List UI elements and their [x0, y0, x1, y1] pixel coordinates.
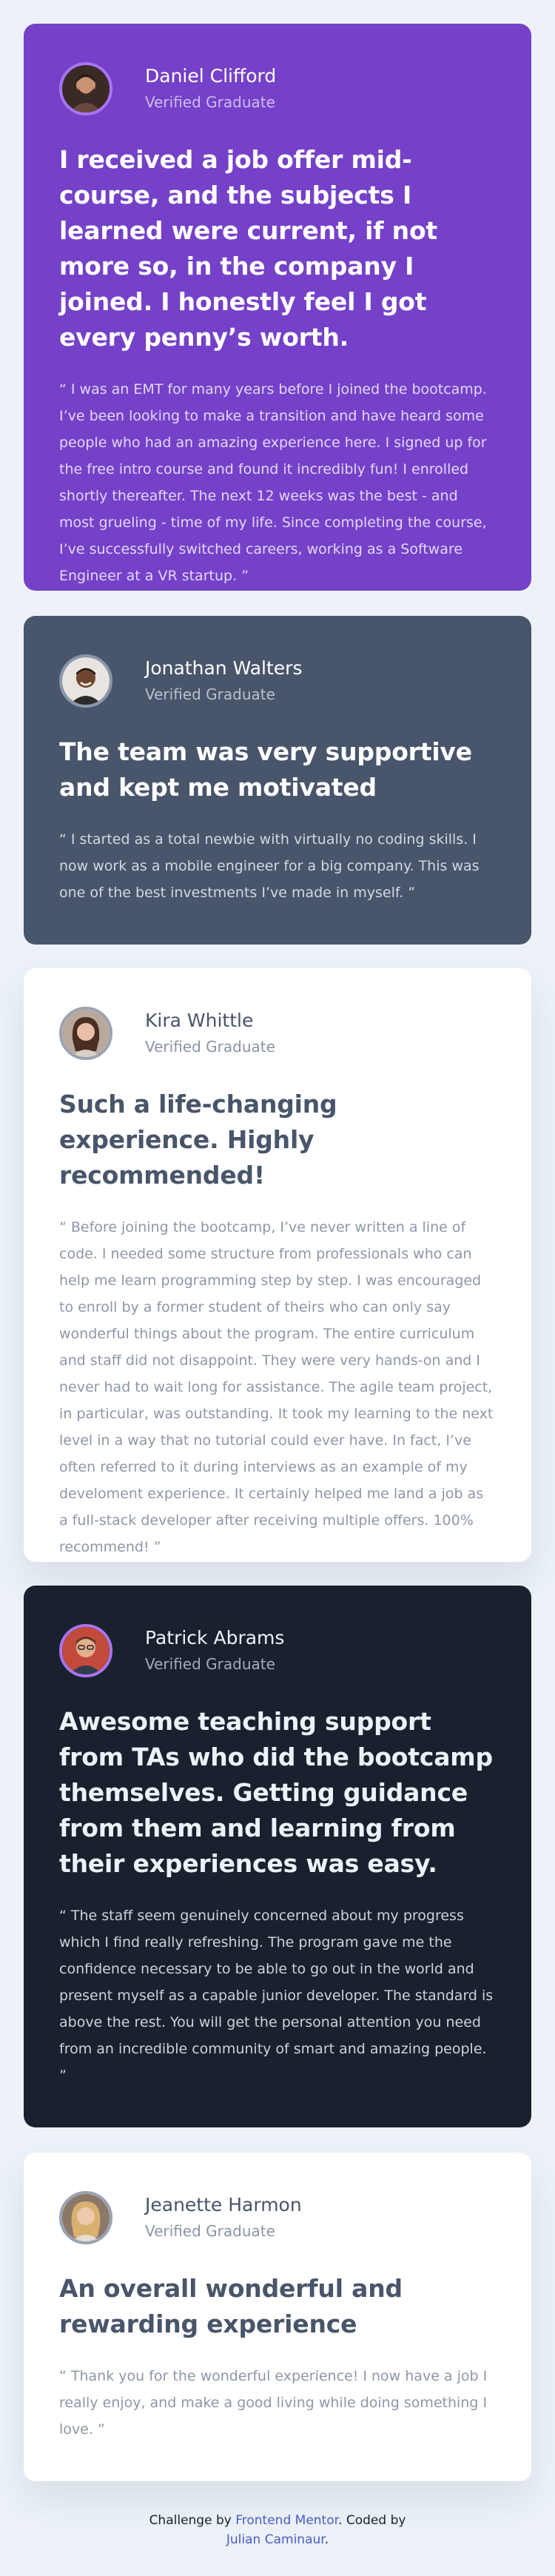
avatar-image — [62, 2194, 110, 2241]
testimonial-header: Jonathan Walters Verified Graduate — [59, 651, 496, 711]
blonde-woman-avatar — [59, 2191, 112, 2244]
testimonial-header: Kira Whittle Verified Graduate — [59, 1004, 496, 1063]
author-info: Patrick Abrams Verified Graduate — [145, 1626, 284, 1675]
avatar-image — [62, 657, 110, 705]
author-role: Verified Graduate — [145, 93, 275, 111]
woman-avatar — [59, 1007, 112, 1060]
testimonial-quote: “ I started as a total newbie with virtu… — [59, 831, 480, 901]
testimonial-headline: The team was very supportive and kept me… — [59, 737, 472, 802]
testimonial-card-jonathan: Jonathan Walters Verified Graduate The t… — [24, 616, 531, 945]
testimonial-card-daniel: Daniel Clifford Verified Graduate I rece… — [24, 24, 531, 591]
author-name: Jonathan Walters — [145, 657, 303, 679]
man-with-beard-avatar — [59, 62, 112, 115]
attribution-suffix: . — [324, 2532, 329, 2547]
testimonial-quote: “ I was an EMT for many years before I j… — [59, 381, 487, 584]
author-info: Jeanette Harmon Verified Graduate — [145, 2193, 302, 2242]
author-role: Verified Graduate — [145, 685, 275, 703]
author-name: Daniel Clifford — [145, 65, 277, 87]
avatar-image — [62, 1010, 110, 1057]
testimonial-header: Daniel Clifford Verified Graduate — [59, 59, 496, 118]
smiling-man-avatar — [59, 654, 112, 708]
testimonial-headline: Such a life-changing experience. Highly … — [59, 1090, 337, 1190]
author-role: Verified Graduate — [145, 1655, 275, 1673]
testimonial-card-jeanette: Jeanette Harmon Verified Graduate An ove… — [24, 2153, 531, 2481]
testimonial-card-kira: Kira Whittle Verified Graduate Such a li… — [24, 968, 531, 1562]
author-role: Verified Graduate — [145, 2222, 275, 2240]
attribution: Challenge by Frontend Mentor. Coded by J… — [0, 2511, 555, 2549]
testimonial-quote: “ The staff seem genuinely concerned abo… — [59, 1908, 494, 2084]
avatar-image — [62, 1627, 110, 1674]
author-name: Patrick Abrams — [145, 1627, 285, 1648]
testimonial-headline: I received a job offer mid-course, and t… — [59, 145, 438, 352]
author-name: Kira Whittle — [145, 1010, 254, 1031]
author-role: Verified Graduate — [145, 1038, 275, 1056]
testimonial-quote: “ Before joining the bootcamp, I’ve neve… — [59, 1219, 494, 1555]
testimonial-header: Patrick Abrams Verified Graduate — [59, 1621, 496, 1680]
author-info: Jonathan Walters Verified Graduate — [145, 657, 302, 705]
author-name: Jeanette Harmon — [145, 2194, 302, 2216]
testimonial-header: Jeanette Harmon Verified Graduate — [59, 2188, 496, 2247]
testimonial-headline: An overall wonderful and rewarding exper… — [59, 2274, 403, 2338]
testimonial-card-patrick: Patrick Abrams Verified Graduate Awesome… — [24, 1586, 531, 2127]
attribution-prefix: Challenge by — [149, 2513, 232, 2528]
testimonial-quote: “ Thank you for the wonderful experience… — [59, 2368, 488, 2438]
author-info: Kira Whittle Verified Graduate — [145, 1009, 275, 1058]
author-link[interactable]: Julian Caminaur — [226, 2532, 325, 2547]
avatar-image — [62, 65, 110, 113]
man-with-glasses-avatar — [59, 1624, 112, 1677]
frontend-mentor-link[interactable]: Frontend Mentor — [235, 2513, 338, 2528]
testimonial-headline: Awesome teaching support from TAs who di… — [59, 1707, 493, 1878]
attribution-middle: . Coded by — [338, 2513, 406, 2528]
author-info: Daniel Clifford Verified Graduate — [145, 64, 276, 113]
